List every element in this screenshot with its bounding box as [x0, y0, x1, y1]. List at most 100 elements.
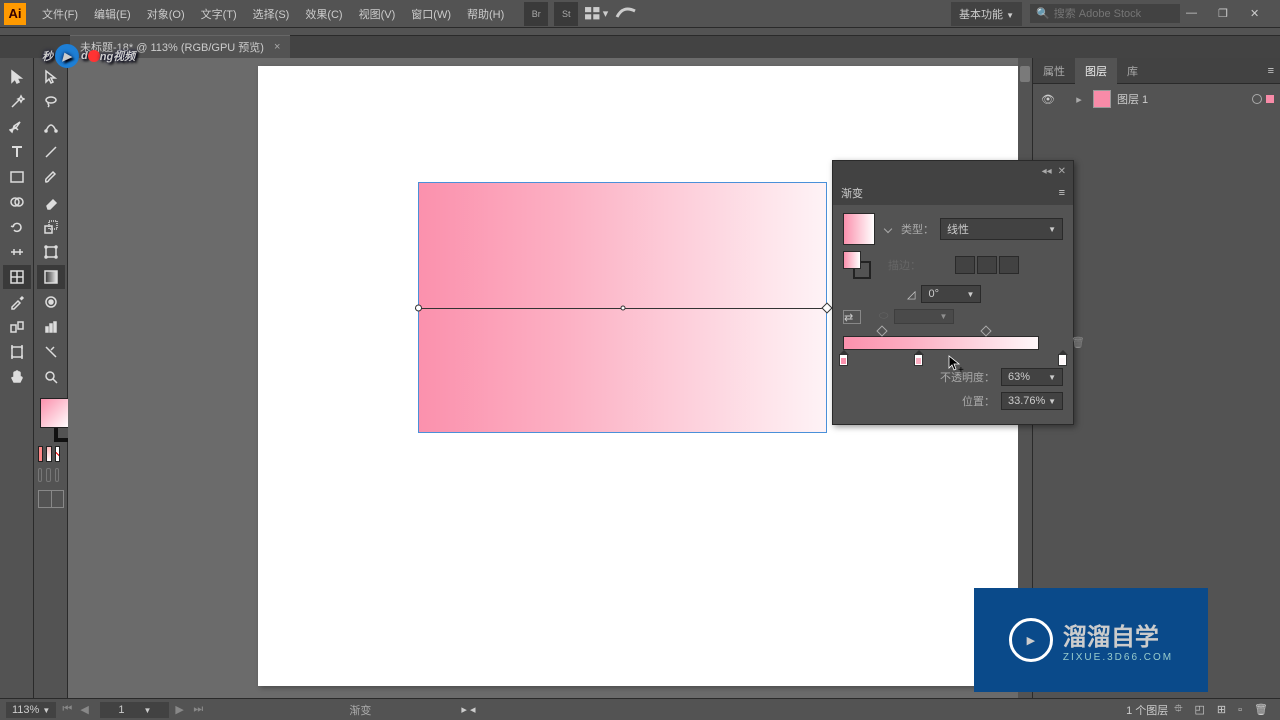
first-artboard-icon[interactable]: ⏮: [62, 703, 76, 717]
visibility-icon[interactable]: 👁: [1039, 93, 1057, 106]
gradient-tool[interactable]: [37, 265, 65, 289]
menu-effect[interactable]: 效果(C): [297, 2, 350, 26]
draw-inside[interactable]: [55, 468, 59, 482]
layer-name[interactable]: 图层 1: [1117, 91, 1252, 107]
new-sublayer-icon[interactable]: ⊞: [1217, 703, 1226, 716]
close-tab-icon[interactable]: ×: [274, 41, 280, 53]
layer-row[interactable]: 👁 ▸ 图层 1: [1033, 84, 1280, 114]
collapse-panel-icon[interactable]: ◂◂: [1042, 166, 1052, 177]
hand-tool[interactable]: [3, 365, 31, 389]
fill-stroke-toggle[interactable]: [843, 251, 871, 279]
stock-search-input[interactable]: [1054, 8, 1174, 20]
draw-behind[interactable]: [46, 468, 50, 482]
menu-help[interactable]: 帮助(H): [459, 2, 512, 26]
blend-tool[interactable]: [3, 315, 31, 339]
color-mode-solid[interactable]: [38, 446, 43, 462]
eraser-tool[interactable]: [37, 190, 65, 214]
menu-select[interactable]: 选择(S): [245, 2, 298, 26]
direct-selection-tool[interactable]: [37, 65, 65, 89]
panel-menu-icon[interactable]: ≡: [1268, 65, 1274, 77]
menu-edit[interactable]: 编辑(E): [86, 2, 139, 26]
tab-properties[interactable]: 属性: [1033, 58, 1075, 84]
draw-normal[interactable]: [38, 468, 42, 482]
tab-libraries[interactable]: 库: [1117, 58, 1148, 84]
make-clip-icon[interactable]: ◰: [1195, 703, 1205, 716]
zoom-tool[interactable]: [37, 365, 65, 389]
zoom-level[interactable]: 113% ▼: [6, 702, 56, 718]
bridge-icon[interactable]: Br: [524, 2, 548, 26]
curvature-tool[interactable]: [37, 115, 65, 139]
new-layer-icon[interactable]: ▫: [1238, 704, 1242, 716]
free-transform-tool[interactable]: [37, 240, 65, 264]
arrange-icon[interactable]: ▾: [584, 2, 608, 26]
menu-window[interactable]: 窗口(W): [403, 2, 459, 26]
gradient-mid-handle[interactable]: [620, 305, 625, 310]
gradient-preview-swatch[interactable]: [843, 213, 875, 245]
color-stop[interactable]: [839, 354, 848, 366]
pen-tool[interactable]: [3, 115, 31, 139]
rectangle-tool[interactable]: [3, 165, 31, 189]
color-stop[interactable]: [914, 354, 923, 366]
gpu-icon[interactable]: [614, 2, 638, 26]
delete-layer-icon[interactable]: 🗑: [1254, 703, 1268, 716]
stock-icon[interactable]: St: [554, 2, 578, 26]
close-panel-icon[interactable]: ✕: [1058, 166, 1066, 177]
rotate-tool[interactable]: [3, 215, 31, 239]
reverse-gradient-icon[interactable]: ⇄: [843, 310, 861, 324]
menu-object[interactable]: 对象(O): [139, 2, 193, 26]
gradient-start-handle[interactable]: [415, 304, 422, 311]
gradient-panel-titlebar[interactable]: ◂◂ ✕: [833, 161, 1073, 181]
minimize-button[interactable]: —: [1186, 7, 1206, 21]
stroke-grad-along[interactable]: [977, 256, 997, 274]
artboard-tool[interactable]: [3, 340, 31, 364]
artboard-number[interactable]: 1 ▼: [100, 702, 169, 718]
slice-tool[interactable]: [37, 340, 65, 364]
stock-search[interactable]: 🔍: [1030, 4, 1180, 23]
screen-mode[interactable]: [38, 490, 64, 508]
line-tool[interactable]: [37, 140, 65, 164]
lasso-tool[interactable]: [37, 90, 65, 114]
stroke-grad-within[interactable]: [955, 256, 975, 274]
selection-tool[interactable]: [3, 65, 31, 89]
workspace-switcher[interactable]: 基本功能 ▼: [951, 2, 1022, 26]
gradient-preset-dropdown-icon[interactable]: [884, 225, 892, 233]
stroke-grad-across[interactable]: [999, 256, 1019, 274]
expand-layer-icon[interactable]: ▸: [1071, 93, 1087, 106]
color-stop[interactable]: [1058, 354, 1067, 366]
status-play-icon[interactable]: ▸ ◂: [461, 703, 475, 716]
measure-tool[interactable]: [37, 290, 65, 314]
maximize-button[interactable]: ❐: [1218, 7, 1238, 21]
location-input[interactable]: 33.76%▼: [1001, 392, 1063, 410]
locate-object-icon[interactable]: ⯐: [1174, 700, 1182, 719]
layer-target-icon[interactable]: [1252, 94, 1262, 104]
angle-input[interactable]: 0°▼: [921, 285, 981, 303]
delete-stop-icon[interactable]: 🗑: [1071, 336, 1085, 349]
scale-tool[interactable]: [37, 215, 65, 239]
last-artboard-icon[interactable]: ⏭: [193, 703, 207, 717]
gradient-type-select[interactable]: 线性▼: [940, 218, 1063, 240]
prev-artboard-icon[interactable]: ◀: [80, 703, 94, 717]
gradient-panel-tab[interactable]: 渐变: [841, 185, 863, 201]
gradient-rectangle[interactable]: [418, 182, 827, 433]
opacity-stop[interactable]: [980, 325, 991, 336]
color-mode-none[interactable]: [55, 446, 60, 462]
opacity-stop[interactable]: [877, 325, 888, 336]
menu-file[interactable]: 文件(F): [34, 2, 86, 26]
gradient-end-handle[interactable]: [821, 302, 832, 313]
close-window-button[interactable]: ✕: [1250, 7, 1270, 21]
paintbrush-tool[interactable]: [37, 165, 65, 189]
type-tool[interactable]: [3, 140, 31, 164]
magic-wand-tool[interactable]: [3, 90, 31, 114]
color-mode-gradient[interactable]: [46, 446, 51, 462]
shape-builder-tool[interactable]: [3, 190, 31, 214]
mesh-tool[interactable]: [3, 265, 31, 289]
gradient-ramp[interactable]: [843, 336, 1039, 350]
gradient-panel-menu-icon[interactable]: ≡: [1059, 187, 1065, 199]
eyedropper-tool[interactable]: [3, 290, 31, 314]
fill-swatch[interactable]: [40, 398, 70, 428]
gradient-panel[interactable]: ◂◂ ✕ 渐变 ≡ 类型： 线性▼ 描边： ◿: [832, 160, 1074, 425]
width-tool[interactable]: [3, 240, 31, 264]
menu-type[interactable]: 文字(T): [193, 2, 245, 26]
scroll-thumb[interactable]: [1020, 66, 1030, 82]
column-graph-tool[interactable]: [37, 315, 65, 339]
